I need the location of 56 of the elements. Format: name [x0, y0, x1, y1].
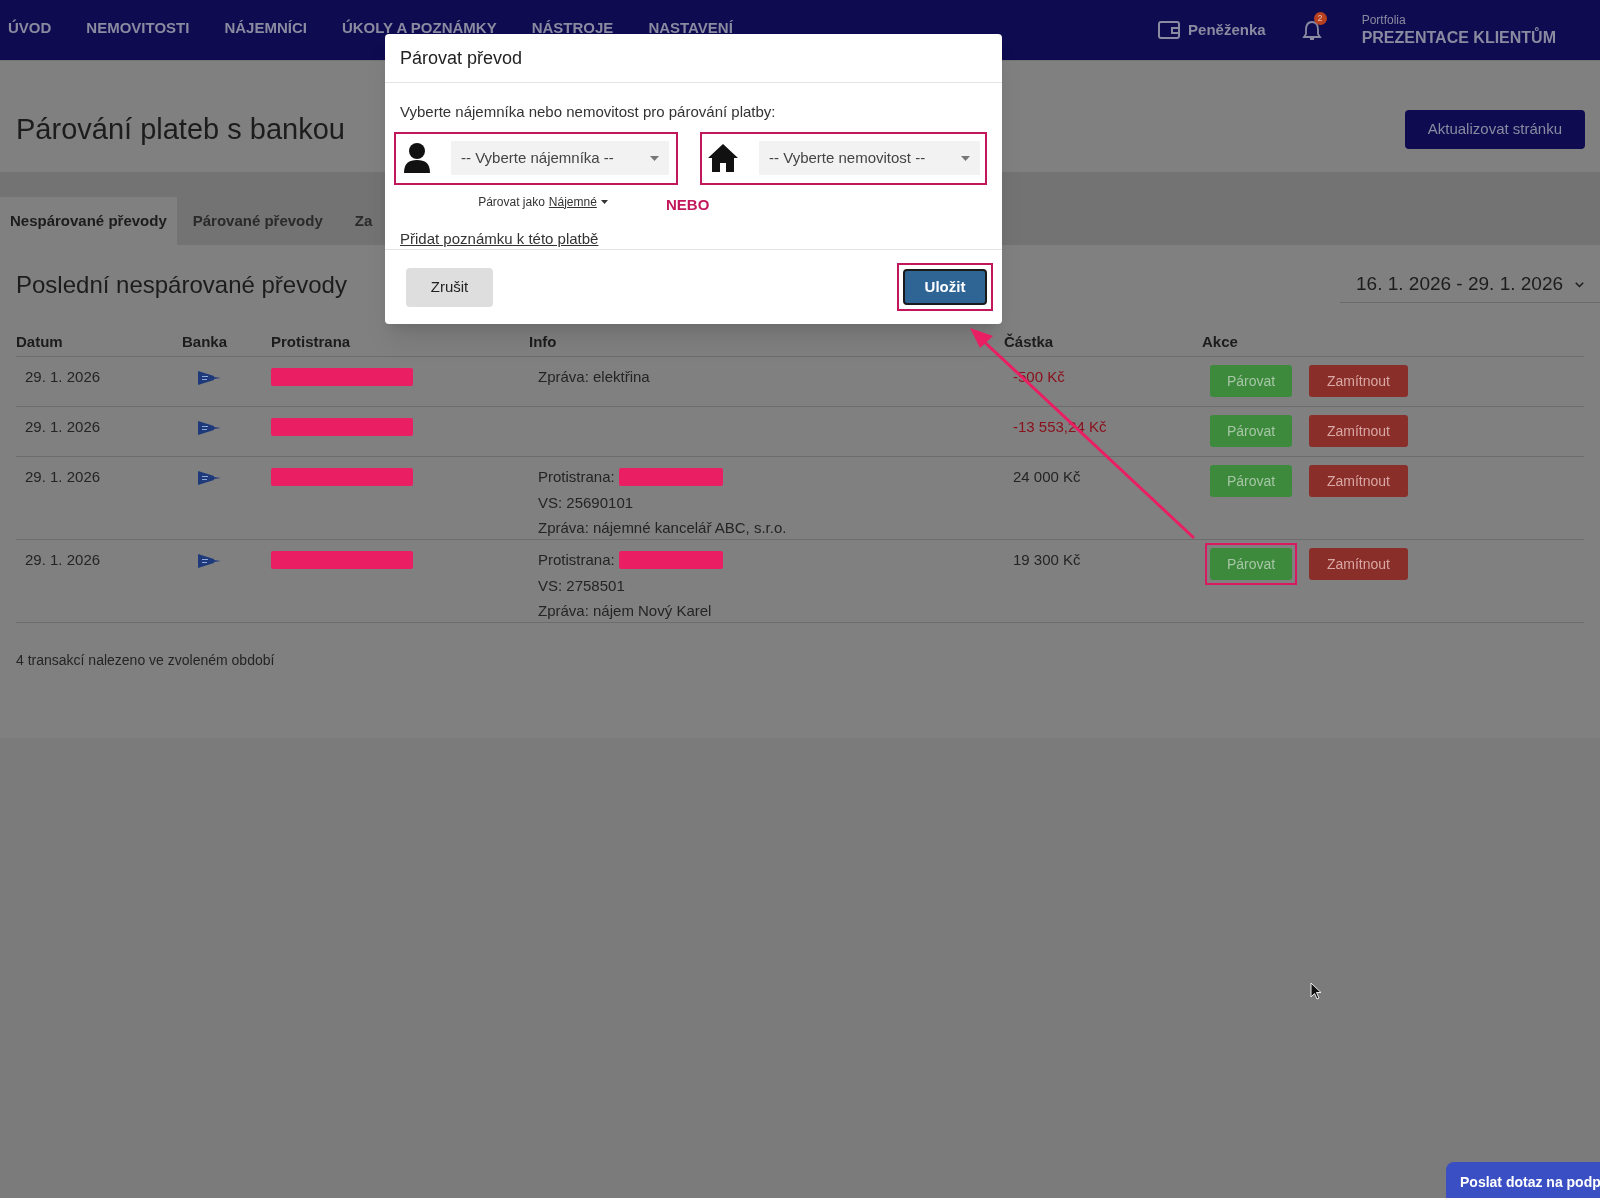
section-title: Poslední nespárované převody [16, 270, 347, 300]
reject-button[interactable]: Zamítnout [1309, 415, 1408, 447]
result-count: 4 transakcí nalezeno ve zvoleném období [16, 651, 276, 670]
caret-icon [650, 155, 660, 161]
chevron-down-icon [1575, 280, 1584, 289]
amount-cell: 19 300 Kč [1013, 551, 1081, 568]
date-cell: 29. 1. 2026 [25, 468, 101, 485]
info-line: Zpráva: nájem Nový Karel [538, 601, 713, 621]
modal-prompt: Vyberte nájemníka nebo nemovitost pro párování platby: [400, 102, 777, 122]
info-line: Protistrana: [538, 550, 615, 570]
tenant-select[interactable]: -- Vyberte nájemníka -- [451, 141, 670, 175]
date-cell: 29. 1. 2026 [25, 551, 101, 568]
date-range-dropdown[interactable]: 16. 1. 2026 - 29. 1. 2026 [1340, 267, 1600, 303]
info-line: Zpráva: nájemné kancelář ABC, s.r.o. [538, 518, 788, 538]
caret-icon [600, 199, 608, 204]
tab[interactable]: Nespárované převody [0, 197, 177, 245]
info-line: Zpráva: elektřina [538, 367, 651, 387]
date-cell: 29. 1. 2026 [25, 418, 101, 435]
cancel-button[interactable]: Zrušit [406, 267, 493, 307]
caret-icon [961, 155, 970, 161]
page-title: Párování plateb s bankou [16, 111, 345, 147]
reject-button[interactable]: Zamítnout [1309, 548, 1408, 580]
match-as-label: Párovat jako [478, 193, 545, 211]
match-as-dropdown[interactable]: Nájemné [548, 192, 608, 211]
or-label: NEBO [666, 194, 710, 215]
nav-link[interactable]: ÚVOD [8, 16, 52, 40]
column-header: Akce [1202, 333, 1238, 351]
amount-cell: 24 000 Kč [1013, 468, 1081, 485]
info-line: VS: 2758501 [538, 575, 626, 596]
date-cell: 29. 1. 2026 [25, 368, 101, 385]
column-header: Částka [1004, 333, 1054, 351]
mouse-cursor-icon [1310, 982, 1322, 1000]
reject-button[interactable]: Zamítnout [1309, 365, 1408, 397]
column-header: Banka [182, 333, 228, 351]
property-select[interactable]: -- Vyberte nemovitost -- [759, 141, 980, 175]
column-header: Protistrana [271, 333, 351, 351]
info-line: VS: 25690101 [538, 492, 635, 513]
notification-badge: 2 [1313, 12, 1327, 25]
support-button[interactable]: Poslat dotaz na podp [1446, 1162, 1600, 1198]
column-header: Datum [16, 333, 63, 351]
wallet-icon[interactable] [1158, 20, 1181, 40]
bell-icon[interactable] [1301, 20, 1322, 42]
nav-link[interactable]: NÁJEMNÍCI [224, 16, 307, 40]
add-note-link[interactable]: Přidat poznámku k této platbě [400, 228, 599, 251]
portfolio-name[interactable]: PREZENTACE KLIENTŮM [1361, 27, 1556, 48]
portfolio-label: Portfolia [1361, 12, 1407, 28]
refresh-button[interactable]: Aktualizovat stránku [1404, 110, 1585, 149]
reject-button[interactable]: Zamítnout [1309, 465, 1408, 497]
person-icon [403, 142, 431, 174]
info-line: Protistrana: [538, 467, 615, 487]
modal-title: Párovat převod [400, 46, 523, 70]
nav-link[interactable]: NEMOVITOSTI [86, 16, 190, 40]
wallet-link[interactable]: Peněženka [1188, 18, 1266, 42]
column-header: Info [529, 333, 557, 351]
save-button[interactable]: Uložit [903, 269, 987, 305]
house-icon [707, 143, 740, 173]
